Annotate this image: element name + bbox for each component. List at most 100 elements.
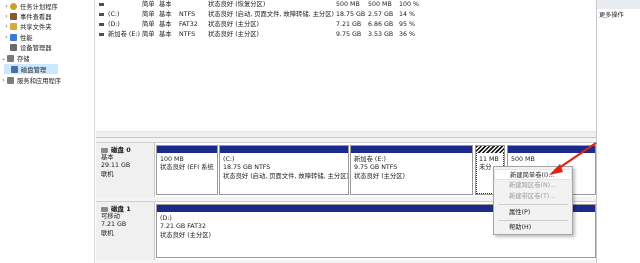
- device-manager-icon: [10, 43, 17, 51]
- tree-item-storage[interactable]: ⌄ 存储: [0, 53, 30, 63]
- clock-icon: [10, 2, 17, 10]
- disk-info[interactable]: 磁盘 0 基本 29.11 GB 联机: [96, 143, 155, 197]
- volume-free: 6.86 GB: [368, 21, 394, 28]
- volume-free: 2.57 GB: [368, 11, 394, 18]
- tree-item-label: 共享文件夹: [20, 23, 52, 31]
- actions-header: [597, 0, 640, 9]
- tree-item-label: 任务计划程序: [20, 3, 58, 11]
- volume-status: 状态良好 (启动, 页面文件, 故障转储, 主分区): [208, 11, 334, 18]
- volume-list: 简单 基本 状态良好 (恢复分区) 500 MB 500 MB 100 % (C…: [96, 0, 596, 137]
- partition-bar: [508, 146, 595, 153]
- menu-item-properties[interactable]: 属性(P): [494, 207, 572, 218]
- volume-layout: 简单: [142, 11, 155, 18]
- volume-row[interactable]: 简单 基本 状态良好 (恢复分区) 500 MB 500 MB 100 %: [96, 0, 596, 9]
- disk-info[interactable]: 磁盘 1 可移动 7.21 GB 联机: [96, 202, 155, 260]
- disk-name: 磁盘 0: [111, 146, 131, 154]
- volume-type: 基本: [159, 21, 172, 28]
- volume-name: (D:): [108, 21, 120, 28]
- tree-item-disk-management[interactable]: 磁盘管理: [4, 64, 58, 74]
- event-viewer-icon: [10, 12, 17, 20]
- tree-item-label: 服务和应用程序: [17, 77, 62, 85]
- volume-type: 基本: [159, 1, 172, 8]
- partition-size: 9.75 GB NTFS: [354, 164, 398, 172]
- volume-capacity: 500 MB: [336, 1, 360, 8]
- disk-size: 7.21 GB: [101, 221, 127, 229]
- volume-capacity: 7.21 GB: [336, 21, 362, 28]
- partition-size: 500 MB: [511, 156, 535, 163]
- partition-bar: [220, 146, 348, 153]
- tree-item-label: 事件查看器: [20, 13, 52, 21]
- partition-bar: [157, 146, 217, 153]
- disk-icon: [101, 206, 108, 212]
- volume-row[interactable]: (C:) 简单 基本 NTFS 状态良好 (启动, 页面文件, 故障转储, 主分…: [96, 10, 596, 19]
- volume-free-pct: 100 %: [399, 1, 420, 8]
- chevron-down-icon[interactable]: ⌄: [0, 55, 7, 62]
- performance-icon: [10, 33, 17, 41]
- volume-layout: 简单: [142, 21, 155, 28]
- chevron-right-icon[interactable]: ›: [3, 3, 10, 10]
- tree-item-label: 性能: [20, 34, 33, 42]
- chevron-right-icon[interactable]: ›: [3, 13, 10, 20]
- volume-row[interactable]: (D:) 简单 基本 FAT32 状态良好 (主分区) 7.21 GB 6.86…: [96, 20, 596, 29]
- partition-e[interactable]: 新加卷 (E:) 9.75 GB NTFS 状态良好 (主分区): [350, 145, 473, 195]
- services-icon: [7, 76, 14, 84]
- partition-text: 100 MB 状态良好 (EFI 系统: [160, 156, 215, 173]
- menu-item-new-spanned-volume[interactable]: 新建跨区卷(N)...: [494, 180, 572, 191]
- partition-size: 18.75 GB NTFS: [223, 164, 271, 172]
- volume-free-pct: 14 %: [399, 11, 415, 18]
- tree-item-shared-folders[interactable]: › 共享文件夹: [3, 21, 51, 31]
- partition-bar: [351, 146, 472, 153]
- tree-item-services-apps[interactable]: › 服务和应用程序: [0, 75, 61, 85]
- actions-pane: 更多操作: [596, 0, 640, 263]
- tree-item-event-viewer[interactable]: › 事件查看器: [3, 11, 51, 21]
- volume-name: (C:): [108, 11, 120, 18]
- storage-icon: [7, 54, 14, 62]
- tree-item-performance[interactable]: › 性能: [3, 32, 33, 42]
- volume-free-pct: 95 %: [399, 21, 415, 28]
- menu-item-new-striped-volume[interactable]: 新建带区卷(T)...: [494, 191, 572, 202]
- partition-title: 新加卷 (E:): [354, 156, 386, 163]
- disk-kind: 可移动: [101, 213, 120, 221]
- menu-item-help[interactable]: 帮助(H): [494, 222, 572, 233]
- chevron-right-icon[interactable]: ›: [0, 77, 7, 84]
- volume-icon: [99, 23, 104, 26]
- menu-separator: [498, 204, 568, 205]
- volume-fs: NTFS: [179, 11, 196, 18]
- chevron-right-icon[interactable]: ›: [3, 34, 10, 41]
- volume-layout: 简单: [142, 1, 155, 8]
- menu-separator: [498, 220, 568, 221]
- volume-status: 状态良好 (恢复分区): [208, 1, 266, 8]
- more-actions-link[interactable]: 更多操作: [599, 10, 624, 19]
- partition-c[interactable]: (C:) 18.75 GB NTFS 状态良好 (启动, 页面文件, 故障转储,…: [219, 145, 349, 195]
- tree-item-label: 存储: [17, 55, 30, 63]
- volume-capacity: 18.75 GB: [336, 11, 366, 18]
- partition-text: 500 MB: [511, 156, 593, 164]
- volume-capacity: 9.75 GB: [336, 31, 362, 38]
- tree-item-device-manager[interactable]: 设备管理器: [3, 42, 51, 52]
- chevron-right-icon[interactable]: ›: [3, 23, 10, 30]
- disk-kind: 基本: [101, 154, 114, 162]
- tree-item-label: 设备管理器: [20, 44, 52, 52]
- volume-type: 基本: [159, 31, 172, 38]
- volume-icon: [99, 13, 104, 16]
- context-menu: 新建简单卷(I)... 新建跨区卷(N)... 新建带区卷(T)... 属性(P…: [493, 166, 573, 235]
- partition-text: (C:) 18.75 GB NTFS 状态良好 (启动, 页面文件, 故障转储,…: [223, 156, 349, 181]
- disk-size: 29.11 GB: [101, 162, 131, 170]
- disk-state: 联机: [101, 170, 114, 178]
- tree-item-task-scheduler[interactable]: › 任务计划程序: [3, 1, 58, 11]
- shared-folder-icon: [10, 22, 17, 30]
- disk-management-icon: [11, 65, 18, 73]
- volume-status: 状态良好 (主分区): [208, 21, 259, 28]
- partition-efi[interactable]: 100 MB 状态良好 (EFI 系统: [156, 145, 218, 195]
- disk-name: 磁盘 1: [111, 205, 131, 213]
- partition-status: 状态良好 (启动, 页面文件, 故障转储, 主分区): [223, 172, 349, 180]
- volume-type: 基本: [159, 11, 172, 18]
- volume-layout: 简单: [142, 31, 155, 38]
- disk-icon: [101, 147, 108, 153]
- volume-row[interactable]: 新加卷 (E:) 简单 基本 NTFS 状态良好 (主分区) 9.75 GB 3…: [96, 30, 596, 39]
- disk-state: 联机: [101, 229, 114, 237]
- partition-bar: [476, 146, 504, 153]
- volume-free: 3.53 GB: [368, 31, 394, 38]
- menu-item-new-simple-volume[interactable]: 新建简单卷(I)...: [494, 169, 572, 180]
- partition-title: (C:): [223, 156, 235, 163]
